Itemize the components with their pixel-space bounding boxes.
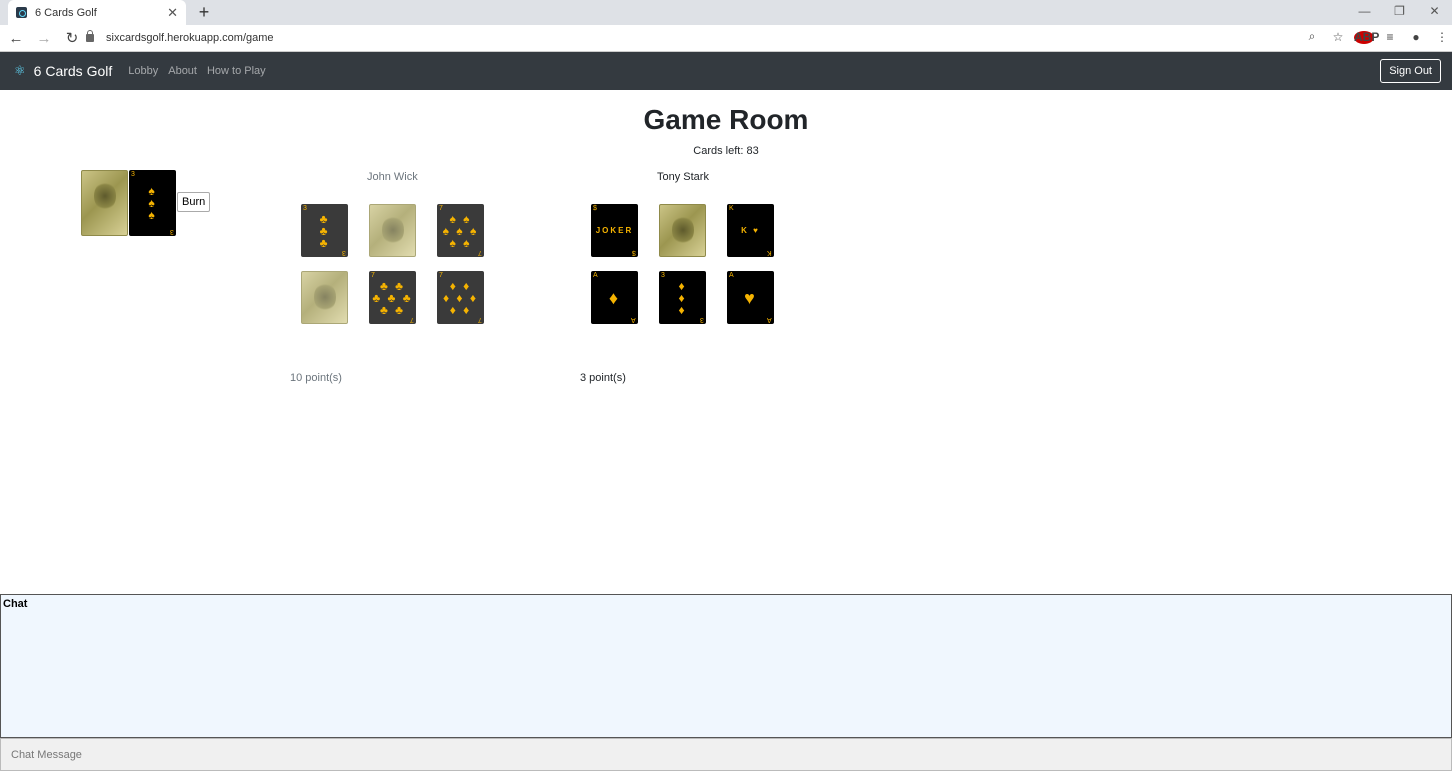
browser-tab-strip: 6 Cards Golf ✕ + — ❐ ✕ bbox=[0, 0, 1452, 25]
close-tab-icon[interactable]: ✕ bbox=[167, 5, 178, 21]
player-card[interactable]: 7 ♣ ♣ ♣ ♣ ♣ ♣ ♣ 7 bbox=[369, 271, 416, 324]
card-rank-bottom: A bbox=[631, 316, 636, 323]
brand-link[interactable]: 6 Cards Golf bbox=[34, 63, 113, 79]
new-tab-button[interactable]: + bbox=[196, 2, 212, 22]
discard-pile-card[interactable]: 3 ♠ ♠ ♠ 3 bbox=[129, 170, 176, 236]
minimize-button[interactable]: — bbox=[1347, 0, 1382, 25]
player-card[interactable] bbox=[301, 271, 348, 324]
window-controls: — ❐ ✕ bbox=[1347, 0, 1452, 25]
player-card[interactable]: 3 ♣ ♣ ♣ 3 bbox=[301, 204, 348, 257]
card-pips: ♠ ♠ ♠ bbox=[148, 184, 157, 222]
restore-button[interactable]: ❐ bbox=[1382, 0, 1417, 25]
close-window-button[interactable]: ✕ bbox=[1417, 0, 1452, 25]
bookmark-star-icon[interactable]: ☆ bbox=[1328, 30, 1348, 44]
cards-left-count: Cards left: 83 bbox=[693, 145, 759, 157]
chat-message-input[interactable]: Chat Message bbox=[0, 738, 1452, 771]
reload-icon[interactable]: ↻ bbox=[60, 29, 84, 47]
player-card[interactable] bbox=[659, 204, 706, 257]
player-card[interactable]: 7 ♦ ♦ ♦ ♦ ♦ ♦ ♦ 7 bbox=[437, 271, 484, 324]
nav-link-lobby[interactable]: Lobby bbox=[128, 65, 158, 77]
menu-kebab-icon[interactable]: ⋮ bbox=[1432, 30, 1452, 44]
burn-button[interactable]: Burn bbox=[177, 192, 211, 212]
browser-tab[interactable]: 6 Cards Golf ✕ bbox=[8, 0, 186, 25]
player-card[interactable]: 7 ♠ ♠ ♠ ♠ ♠ ♠ ♠ 7 bbox=[437, 204, 484, 257]
url-text: sixcardsgolf.herokuapp.com/game bbox=[106, 32, 274, 44]
forward-arrow-icon[interactable]: → bbox=[32, 30, 56, 47]
react-favicon-icon bbox=[16, 7, 27, 18]
card-rank-bottom: 7 bbox=[478, 316, 482, 323]
player-card[interactable]: A ♥ A bbox=[727, 271, 774, 324]
media-icon[interactable]: ≡ bbox=[1380, 30, 1400, 44]
adblock-icon[interactable]: ABP bbox=[1354, 30, 1379, 44]
tab-title: 6 Cards Golf bbox=[35, 6, 97, 19]
card-rank-bottom: 3 bbox=[700, 316, 704, 323]
player-name: John Wick bbox=[367, 171, 418, 183]
card-rank-bottom: K bbox=[767, 249, 772, 256]
player-card[interactable]: 3 ♦ ♦ ♦ 3 bbox=[659, 271, 706, 324]
player-card[interactable]: A ♦ A bbox=[591, 271, 638, 324]
lock-icon bbox=[86, 30, 94, 42]
back-arrow-icon[interactable]: ← bbox=[4, 30, 28, 47]
card-rank-bottom: 3 bbox=[342, 249, 346, 256]
card-rank-bottom: 7 bbox=[478, 249, 482, 256]
zoom-icon[interactable]: ⌕ bbox=[1302, 29, 1322, 44]
nav-link-about[interactable]: About bbox=[168, 65, 197, 77]
toolbar-actions: ⌕ ☆ ABP ≡ ● ⋮ bbox=[1302, 29, 1452, 44]
address-bar: ← → ↻ sixcardsgolf.herokuapp.com/game bbox=[0, 25, 1452, 52]
player-points: 3 point(s) bbox=[580, 372, 626, 384]
chat-title: Chat bbox=[3, 598, 28, 610]
player-points: 10 point(s) bbox=[290, 372, 342, 384]
nav-link-how-to-play[interactable]: How to Play bbox=[207, 65, 266, 77]
page-title: Game Room bbox=[643, 104, 809, 135]
player-card[interactable]: $ JOKER $ bbox=[591, 204, 638, 257]
sign-out-button[interactable]: Sign Out bbox=[1380, 59, 1441, 83]
card-rank-bottom: $ bbox=[632, 249, 636, 256]
url-field[interactable]: sixcardsgolf.herokuapp.com/game bbox=[86, 27, 1336, 49]
chat-panel: Chat bbox=[0, 594, 1452, 738]
player-name: Tony Stark bbox=[657, 171, 709, 183]
react-logo-icon: ⚛ bbox=[14, 63, 26, 78]
draw-pile-card[interactable] bbox=[81, 170, 128, 236]
player-card[interactable] bbox=[369, 204, 416, 257]
card-rank-bottom: 7 bbox=[410, 316, 414, 323]
profile-icon[interactable]: ● bbox=[1406, 30, 1426, 44]
player-card[interactable]: KK ♥ K bbox=[727, 204, 774, 257]
card-rank-bottom: 3 bbox=[170, 228, 174, 235]
card-rank-bottom: A bbox=[767, 316, 772, 323]
app-navbar: ⚛ 6 Cards Golf Lobby About How to Play S… bbox=[0, 52, 1452, 90]
